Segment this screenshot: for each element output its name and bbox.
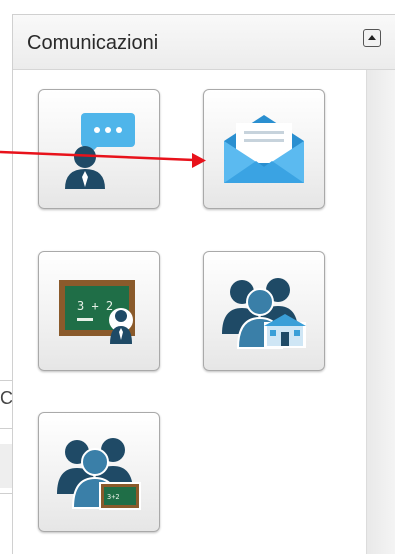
background-grey-row <box>0 444 12 488</box>
background-divider <box>0 493 12 494</box>
svg-text:3+2: 3+2 <box>107 493 120 501</box>
tile-mail-button[interactable] <box>203 89 325 209</box>
background-divider <box>0 428 12 429</box>
panel-header: Comunicazioni <box>13 15 395 70</box>
blackboard-student-icon: 3 + 2 <box>59 280 135 344</box>
background-divider <box>0 380 12 381</box>
tile-classroom-button[interactable]: 3 + 2 <box>38 251 160 371</box>
tile-class-group-button[interactable]: 3+2 <box>38 412 160 532</box>
annotation-arrow <box>0 150 206 168</box>
tile-school-group-button[interactable] <box>203 251 325 371</box>
collapse-button[interactable] <box>363 29 381 47</box>
group-blackboard-icon: 3+2 <box>57 438 141 510</box>
triangle-up-icon <box>368 35 376 40</box>
group-school-icon <box>222 278 306 349</box>
open-envelope-icon <box>224 115 304 183</box>
panel-scrollbar[interactable] <box>366 70 395 554</box>
panel-title: Comunicazioni <box>27 32 159 54</box>
svg-text:3 + 2: 3 + 2 <box>77 299 113 313</box>
